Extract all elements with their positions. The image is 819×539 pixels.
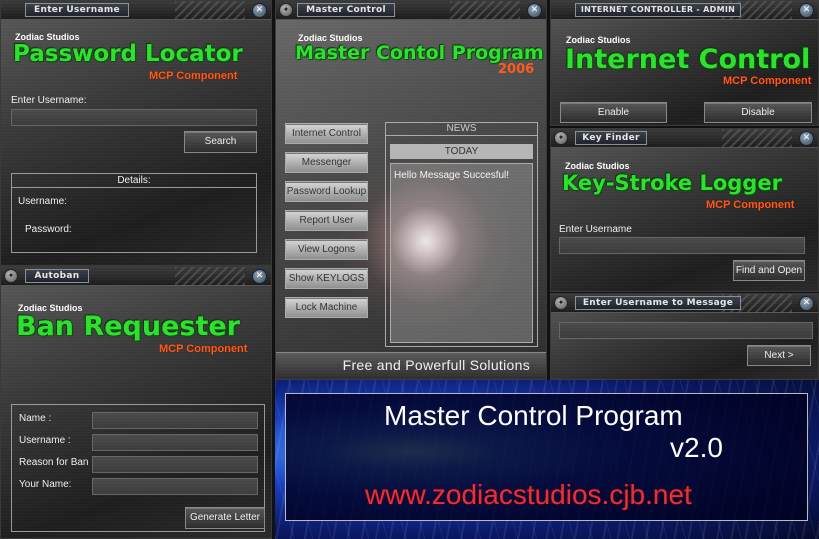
banner-inner-box: Master Control Program v2.0 www.zodiacst… [285,393,808,521]
window-title: Enter Username [25,3,129,17]
username-input[interactable] [92,434,258,451]
close-icon[interactable]: ✕ [799,3,814,18]
reason-label: Reason for Ban [19,457,89,468]
close-icon[interactable]: ✕ [799,296,814,311]
menu-view-logons[interactable]: View Logons [285,239,368,260]
reason-input[interactable] [92,456,258,473]
today-label: TODAY [390,144,533,159]
ban-form-box: Name : Username : Reason for Ban Your Na… [11,404,265,532]
details-title: Details: [117,175,151,186]
details-header: Details: [12,174,256,188]
username-label: Enter Username: [11,95,87,106]
window-title: Key Finder [575,131,647,145]
menu-show-keylogs[interactable]: Show KEYLOGS [285,268,368,289]
app-heading: Key-Stroke Logger [562,171,782,195]
year-label: 2006 [498,62,535,77]
app-heading: Ban Requester [16,311,240,342]
enable-button[interactable]: Enable [560,102,667,123]
app-heading: Master Contol Program [295,42,544,64]
details-username-label: Username: [18,196,67,207]
studio-label: Zodiac Studios [565,161,630,171]
title-bar[interactable]: Enter Username ✕ [1,1,271,20]
menu-lock-machine[interactable]: Lock Machine [285,297,368,318]
title-bar[interactable]: ✦ Master Control ✕ [276,1,546,20]
your-name-label: Your Name: [19,479,72,490]
next-button[interactable]: Next > [747,345,811,366]
compass-icon: ✦ [554,131,568,145]
component-label: MCP Component [159,343,248,355]
menu-messenger[interactable]: Messenger [285,152,368,173]
find-and-open-button[interactable]: Find and Open [733,260,805,281]
component-label: MCP Component [706,199,795,211]
close-icon[interactable]: ✕ [252,269,267,284]
close-icon[interactable]: ✕ [527,3,542,18]
message-username-input[interactable] [559,322,813,339]
tagline: Free and Powerfull Solutions [342,357,530,373]
window-title: Master Control [297,3,395,17]
generate-letter-button[interactable]: Generate Letter [185,507,265,529]
password-locator-window: Enter Username ✕ Zodiac Studios Password… [0,0,272,266]
component-label: MCP Component [149,70,238,82]
compass-icon: ✦ [4,269,18,283]
app-heading: Password Locator [13,41,243,67]
title-bar[interactable]: ✦ Key Finder ✕ [551,129,818,148]
app-heading: Internet Control [565,44,811,75]
banner-version: v2.0 [670,432,723,463]
internet-control-window: INTERNET CONTROLLER - ADMIN ✕ Zodiac Stu… [550,0,819,126]
title-bar[interactable]: INTERNET CONTROLLER - ADMIN ✕ [551,1,818,20]
window-title: INTERNET CONTROLLER - ADMIN [575,3,741,17]
compass-icon: ✦ [554,296,568,310]
news-message: Hello Message Succesful! [394,170,510,181]
tagline-bar: Free and Powerfull Solutions [276,352,546,379]
username-label: Username : [19,435,71,446]
details-box: Details: Username: Password: [11,173,257,253]
banner-title: Master Control Program [384,400,683,431]
disable-button[interactable]: Disable [704,102,812,123]
compass-icon: ✦ [279,3,293,17]
master-control-window: ✦ Master Control ✕ Zodiac Studios Master… [275,0,547,380]
ban-requester-window: ✦ Autoban ✕ Zodiac Studios Ban Requester… [0,266,272,539]
window-title: Enter Username to Message [575,296,741,310]
news-box: NEWS TODAY Hello Message Succesful! [385,122,538,347]
banner-url[interactable]: www.zodiacstudios.cjb.net [365,479,692,511]
close-icon[interactable]: ✕ [252,3,267,18]
close-icon[interactable]: ✕ [799,131,814,146]
username-label: Enter Username [559,224,632,235]
your-name-input[interactable] [92,478,258,495]
news-message-area: Hello Message Succesful! [390,163,533,343]
keystroke-logger-window: ✦ Key Finder ✕ Zodiac Studios Key-Stroke… [550,128,819,292]
title-bar[interactable]: ✦ Enter Username to Message ✕ [551,294,818,313]
window-title: Autoban [25,269,89,283]
search-button[interactable]: Search [184,131,257,153]
title-bar[interactable]: ✦ Autoban ✕ [1,267,271,286]
username-input[interactable] [559,237,805,254]
news-title: NEWS [386,123,537,136]
menu-internet-control[interactable]: Internet Control [285,123,368,144]
promo-banner: Master Control Program v2.0 www.zodiacst… [275,380,819,539]
details-password-label: Password: [25,224,72,235]
menu-password-lookup[interactable]: Password Lookup [285,181,368,202]
message-window: ✦ Enter Username to Message ✕ Next > [550,293,819,380]
username-input[interactable] [11,109,257,126]
name-label: Name : [19,413,52,424]
name-input[interactable] [92,412,258,429]
component-label: MCP Component [723,75,812,87]
menu-report-user[interactable]: Report User [285,210,368,231]
